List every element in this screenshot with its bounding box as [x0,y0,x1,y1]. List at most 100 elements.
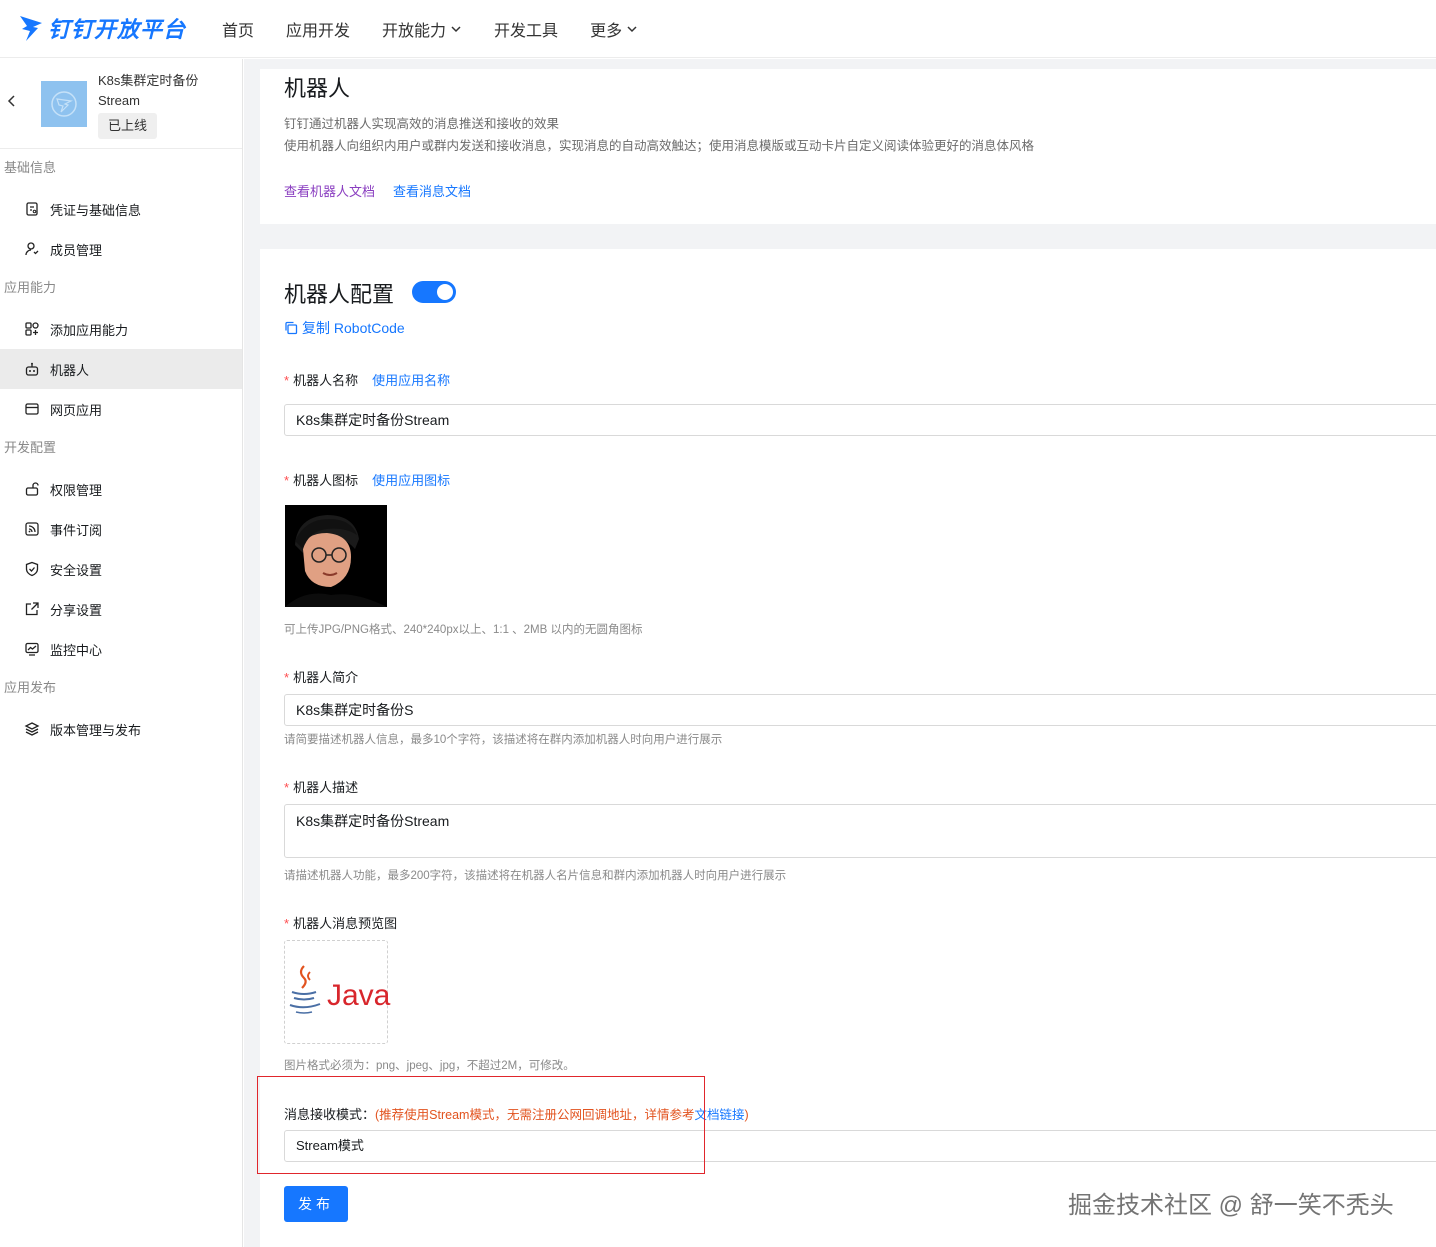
preview-image-upload[interactable]: Java [284,940,390,1044]
nav-label: 首页 [222,23,255,40]
layers-icon [24,722,40,736]
copy-icon [285,321,298,335]
browser-icon [25,403,39,415]
robot-icon [25,362,39,376]
nav-app-dev[interactable]: 应用开发 [286,17,350,41]
robot-enable-toggle[interactable] [412,281,456,303]
user-icon [25,242,39,256]
preview-hint: 图片格式必须为：png、jpeg、jpg，不超过2M，可修改。 [284,1060,575,1072]
mode-doc-link[interactable]: 文档链接 [694,1108,744,1122]
use-app-icon-link[interactable]: 使用应用图标 [372,470,450,489]
sidebar-item-label: 凭证与基础信息 [50,202,142,218]
app-icon [41,81,87,127]
page-title: 机器人 [284,76,351,101]
lock-icon [25,482,39,496]
sidebar-item-label: 机器人 [50,362,90,378]
icon-hint: 可上传JPG/PNG格式、240*240px以上、1:1 、2MB 以内的无圆角… [284,624,643,636]
nav-label: 开发工具 [494,23,559,40]
message-doc-link[interactable]: 查看消息文档 [393,181,471,200]
receive-mode-select[interactable]: Stream模式 [284,1130,1436,1162]
robot-intro-label: * 机器人简介 [284,667,358,686]
field-label-text: 机器人图标 [293,473,359,488]
chevron-down-icon [451,26,461,33]
toggle-knob [437,284,453,300]
monitor-icon [25,642,39,656]
receive-mode-label: 消息接收模式：(推荐使用Stream模式，无需注册公网回调地址，详情参考文档链接… [284,1104,749,1123]
rss-icon [25,522,39,536]
doc-links: 查看机器人文档 查看消息文档 [284,181,471,200]
app-name: K8s集群定时备份 [98,73,199,88]
document-icon [26,202,38,216]
nav-dev-tools[interactable]: 开发工具 [494,17,558,41]
sidebar-item-label: 网页应用 [50,402,103,418]
app-card: K8s集群定时备份 Stream 已上线 [0,59,242,149]
sidebar-item-label: 成员管理 [50,242,103,258]
required-mark: * [284,670,290,685]
required-mark: * [284,916,290,931]
intro-desc-2: 使用机器人向组织内用户或群内发送和接收消息，实现消息的自动高效触达；使用消息模版… [284,139,1035,153]
required-mark: * [284,473,290,488]
publish-button[interactable]: 发布 [284,1186,348,1222]
group-title-capability: 应用能力 [4,280,57,295]
shield-icon [25,561,39,577]
intro-desc-1: 钉钉通过机器人实现高效的消息推送和接收的效果 [284,117,560,131]
dingtalk-logo-icon [20,16,42,41]
desc-hint: 请描述机器人功能，最多200字符，该描述将在机器人名片信息和群内添加机器人时向用… [284,870,787,882]
sidebar-item-members[interactable]: 成员管理 [0,229,242,269]
group-title-publish: 应用发布 [4,680,57,695]
sidebar-item-credentials[interactable]: 凭证与基础信息 [0,189,242,229]
main-nav: 首页 应用开发 开放能力 开发工具 更多 [222,17,638,41]
sidebar-item-label: 版本管理与发布 [50,722,142,738]
robot-intro-input[interactable]: K8s集群定时备份S [284,694,1436,726]
robot-config-card: 机器人配置 复制 RobotCode * 机器人名称 使用应用名称 K8s集群定时… [257,249,1436,1247]
nav-label: 应用开发 [286,23,351,40]
sidebar-item-robot[interactable]: 机器人 [0,349,242,389]
preview-label: * 机器人消息预览图 [284,913,397,932]
sidebar-item-versions[interactable]: 版本管理与发布 [0,709,242,749]
sidebar-item-label: 分享设置 [50,602,103,618]
sidebar-item-label: 事件订阅 [50,522,103,538]
robot-icon-upload[interactable] [285,505,387,607]
sidebar-item-label: 安全设置 [50,562,103,578]
sidebar-item-monitoring[interactable]: 监控中心 [0,629,242,669]
robot-desc-textarea[interactable]: K8s集群定时备份Stream [284,804,1436,858]
sidebar-item-add-capability[interactable]: 添加应用能力 [0,309,242,349]
watermark: 掘金技术社区 @ 舒一笑不秃头 [1068,1192,1394,1219]
sidebar: K8s集群定时备份 Stream 已上线 基础信息 凭证与基础信息 成员管理 应… [0,59,243,1247]
field-label-text: 机器人简介 [293,670,359,685]
nav-more[interactable]: 更多 [590,17,638,41]
config-title: 机器人配置 [284,282,395,307]
copy-robotcode-button[interactable]: 复制 RobotCode [284,318,405,338]
sidebar-item-label: 权限管理 [50,482,103,498]
brand-name: 钉钉开放平台 [48,17,187,42]
mode-warning-open: (推荐使用Stream模式，无需注册公网回调地址，详情参考 [375,1108,695,1122]
top-navbar: 钉钉开放平台 首页 应用开发 开放能力 开发工具 更多 [0,0,1436,58]
mode-warning-close: ) [744,1108,749,1122]
field-label-text: 机器人消息预览图 [293,916,398,931]
nav-home[interactable]: 首页 [222,17,254,41]
sidebar-item-security[interactable]: 安全设置 [0,549,242,589]
nav-label: 更多 [590,23,623,40]
back-arrow-icon[interactable] [6,94,16,108]
robot-doc-link[interactable]: 查看机器人文档 [284,181,375,200]
sidebar-item-label: 添加应用能力 [50,322,129,338]
sidebar-item-permissions[interactable]: 权限管理 [0,469,242,509]
nav-open-capability[interactable]: 开放能力 [382,17,462,41]
app-subtitle: Stream [98,93,140,108]
copy-label: 复制 RobotCode [302,320,405,336]
grid-plus-icon [25,322,39,336]
avatar-portrait-image [285,505,387,607]
robot-name-input[interactable]: K8s集群定时备份Stream [284,404,1436,436]
brand-logo[interactable]: 钉钉开放平台 [18,10,186,46]
sidebar-item-label: 监控中心 [50,642,103,658]
sidebar-item-web-app[interactable]: 网页应用 [0,389,242,429]
robot-icon-label: * 机器人图标 使用应用图标 [284,470,450,489]
intro-hint: 请简要描述机器人信息，最多10个字符，该描述将在群内添加机器人时向用户进行展示 [284,734,723,746]
required-mark: * [284,373,290,388]
use-app-name-link[interactable]: 使用应用名称 [372,370,450,389]
sidebar-item-share[interactable]: 分享设置 [0,589,242,629]
sidebar-item-events[interactable]: 事件订阅 [0,509,242,549]
share-icon [25,602,39,616]
group-title-basic: 基础信息 [4,160,57,175]
status-badge: 已上线 [98,113,158,139]
